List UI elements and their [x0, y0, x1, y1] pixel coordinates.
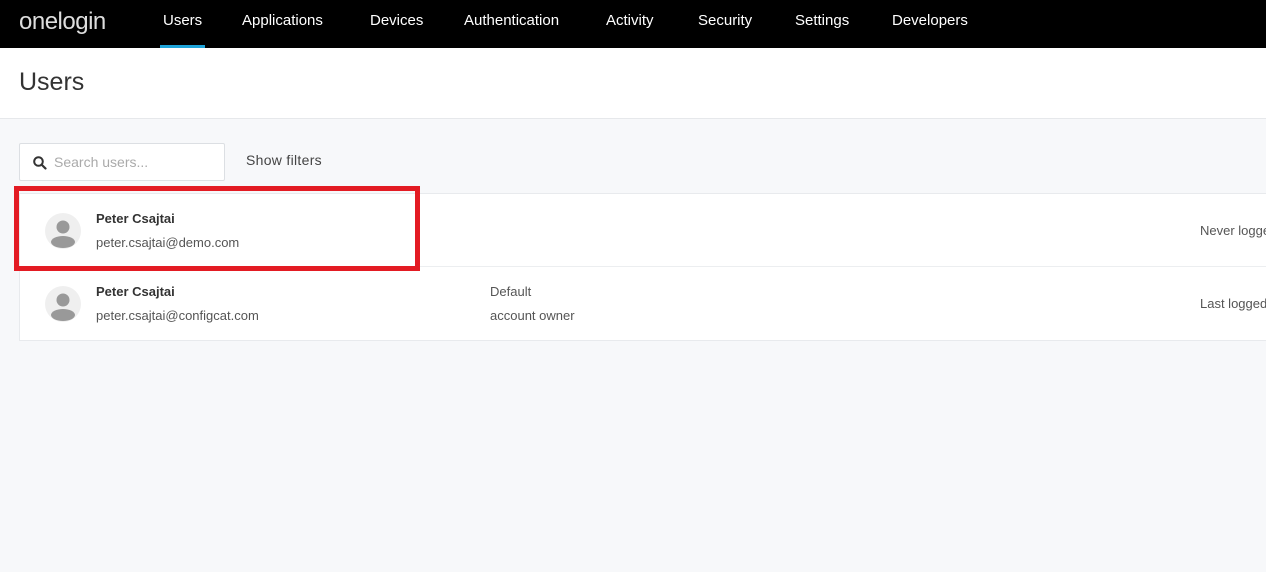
last-login: Last logged: [1200, 296, 1266, 311]
show-filters-button[interactable]: Show filters: [246, 152, 322, 168]
user-name[interactable]: Peter Csajtai: [96, 211, 175, 226]
last-login: Never logge: [1200, 223, 1266, 238]
nav-applications[interactable]: Applications: [242, 0, 323, 48]
user-role: Default: [490, 284, 532, 299]
nav-activity[interactable]: Activity: [606, 0, 654, 48]
nav-developers[interactable]: Developers: [892, 0, 968, 48]
top-nav: onelogin Users Applications Devices Auth…: [0, 0, 1266, 48]
avatar: [45, 286, 81, 322]
search-box[interactable]: [19, 143, 225, 181]
user-row[interactable]: Peter Csajtai peter.csajtai@configcat.co…: [20, 267, 1266, 340]
user-email: peter.csajtai@demo.com: [96, 235, 240, 250]
user-icon: [51, 293, 75, 321]
user-email: peter.csajtai@configcat.com: [96, 308, 259, 323]
avatar: [45, 213, 81, 249]
search-input[interactable]: [54, 152, 219, 172]
onelogin-logo[interactable]: onelogin: [19, 8, 106, 36]
user-icon: [51, 220, 75, 248]
page-header: Users: [0, 48, 1266, 119]
search-icon: [33, 156, 47, 170]
page-title: Users: [19, 68, 85, 96]
nav-settings[interactable]: Settings: [795, 0, 849, 48]
nav-devices[interactable]: Devices: [370, 0, 423, 48]
nav-authentication[interactable]: Authentication: [464, 0, 559, 48]
user-list: Peter Csajtai peter.csajtai@demo.com Nev…: [19, 193, 1266, 341]
user-name[interactable]: Peter Csajtai: [96, 284, 175, 299]
nav-users[interactable]: Users: [159, 0, 206, 48]
user-row[interactable]: Peter Csajtai peter.csajtai@demo.com Nev…: [20, 194, 1266, 267]
nav-security[interactable]: Security: [698, 0, 752, 48]
user-role-detail: account owner: [490, 308, 575, 323]
